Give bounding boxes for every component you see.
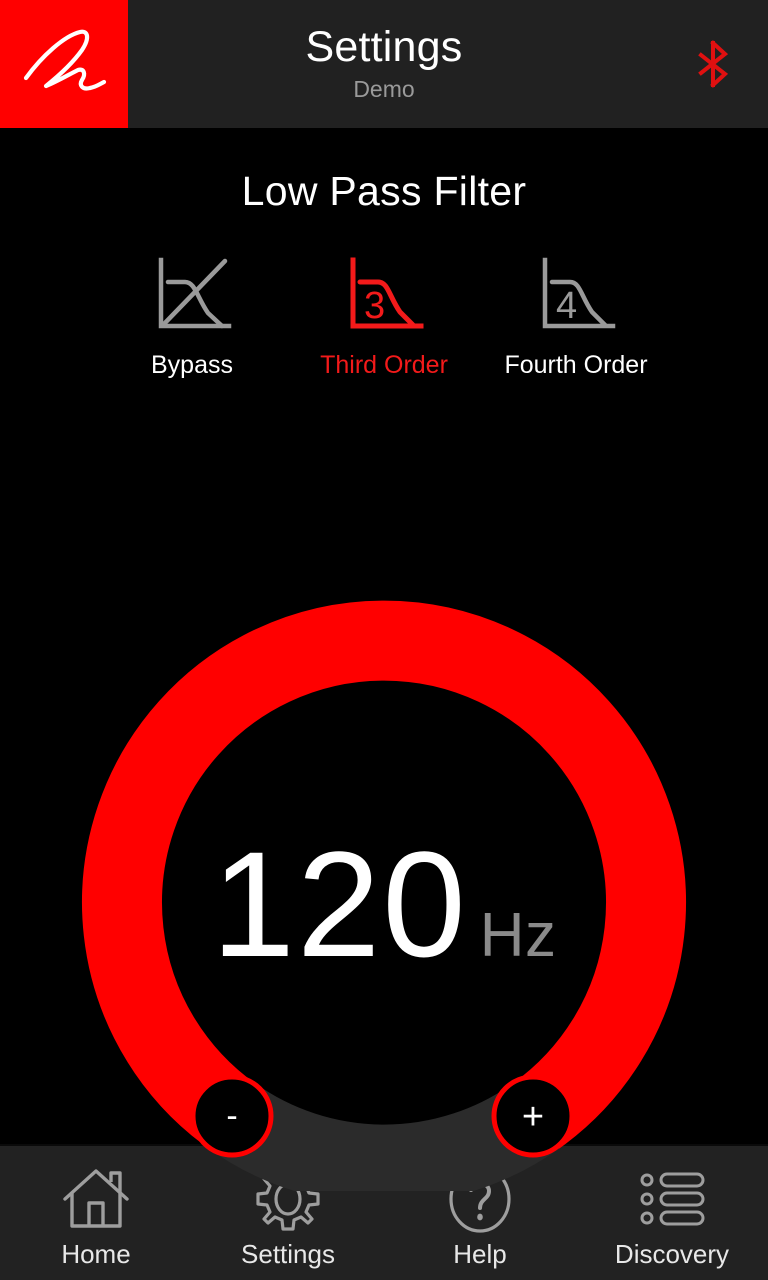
brand-signature-logo (12, 12, 116, 116)
filter-order-option-bypass[interactable]: Bypass (96, 255, 288, 380)
app-root: Settings Demo Low Pass Filter Bypass 3 T… (0, 0, 768, 1280)
filter-order-digit: 3 (364, 285, 385, 327)
app-header: Settings Demo (0, 0, 768, 128)
nav-label: Home (61, 1238, 131, 1269)
decrease-frequency-label: - (226, 1097, 237, 1135)
nav-label: Settings (241, 1238, 335, 1269)
dial-track (208, 1083, 560, 1191)
filter-bypass-icon (152, 255, 232, 335)
brand-logo-tile[interactable] (0, 0, 128, 128)
page-title: Settings (305, 22, 463, 71)
filter-order-selector: Bypass 3 Third Order 4 Fourth Order (0, 255, 768, 380)
filter-fourth-order-icon: 4 (536, 255, 616, 335)
filter-section-title: Low Pass Filter (241, 168, 527, 214)
increase-frequency-label: + (522, 1096, 544, 1138)
decrease-frequency-button: - (190, 1074, 274, 1158)
main-content: Low Pass Filter Bypass 3 Third Order 4 F… (0, 128, 768, 1191)
filter-third-order-icon: 3 (344, 255, 424, 335)
filter-order-option-third-order[interactable]: 3 Third Order (288, 255, 480, 380)
nav-label: Help (453, 1238, 507, 1269)
page-subtitle: Demo (353, 76, 415, 103)
filter-order-option-fourth-order[interactable]: 4 Fourth Order (480, 255, 672, 380)
dial-progress-arc (82, 600, 686, 1149)
filter-order-label: Bypass (151, 351, 233, 379)
filter-order-digit: 4 (556, 285, 577, 327)
filter-order-label: Third Order (320, 351, 448, 379)
bluetooth-icon[interactable] (696, 40, 730, 88)
nav-label: Discovery (614, 1238, 730, 1269)
increase-frequency-button: + (491, 1074, 575, 1158)
filter-order-label: Fourth Order (504, 351, 648, 379)
frequency-dial[interactable]: - + 120 Hz (0, 471, 768, 1191)
